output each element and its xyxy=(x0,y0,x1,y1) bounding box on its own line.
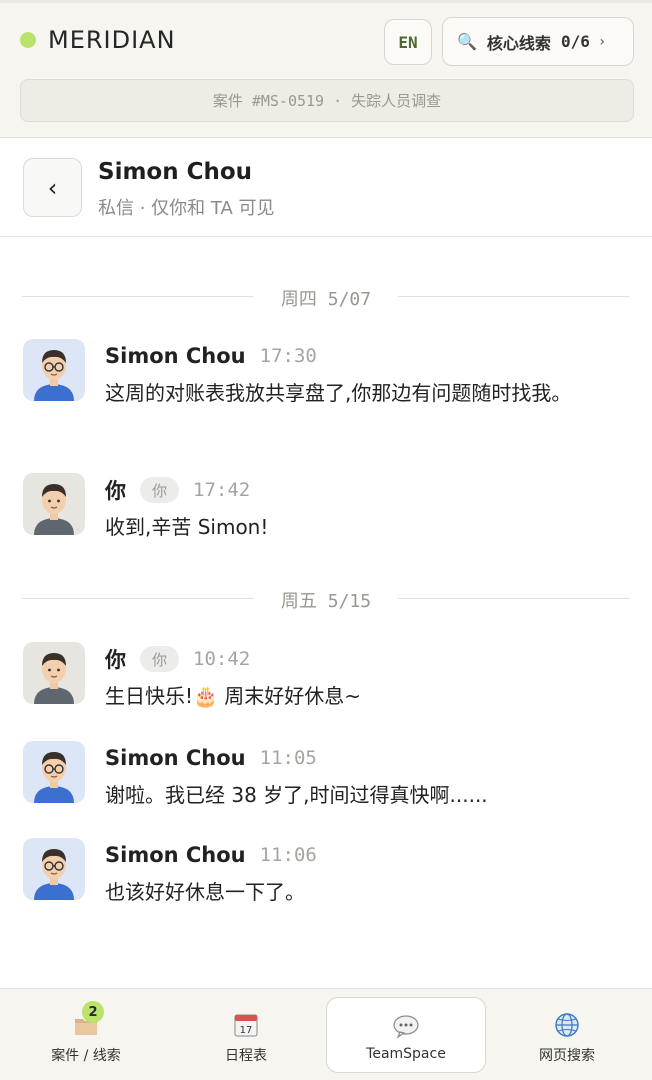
status-dot-icon xyxy=(20,32,36,48)
message-header: 你 你 17:42 xyxy=(105,473,250,507)
simon-avatar[interactable] xyxy=(23,838,85,900)
message-item: Simon Chou 11:05 谢啦。我已经 38 岁了,时间过得真快啊...… xyxy=(23,741,623,811)
nav-item-cases[interactable]: 2 案件 / 线索 xyxy=(6,997,166,1073)
simon-avatar[interactable] xyxy=(23,741,85,803)
app: MERIDIAN EN 🔍 核心线索 0/6 › 案件 #MS-0519 · 失… xyxy=(0,0,652,1080)
calendar-day: 17 xyxy=(240,1025,253,1036)
case-folder-icon: 2 xyxy=(72,1001,104,1039)
date-divider: 周五 5/15 xyxy=(22,587,630,612)
core-clues-button[interactable]: 🔍 核心线索 0/6 › xyxy=(442,17,634,66)
chat-bubble-icon xyxy=(392,1012,420,1040)
message-text: 这周的对账表我放共享盘了,你那边有问题随时找我。 xyxy=(105,381,572,405)
message-header: Simon Chou 17:30 xyxy=(105,339,317,373)
bottom-nav: 2 案件 / 线索 17 日程表 TeamSpace 网页搜索 xyxy=(0,988,652,1080)
date-divider-label: 周四 5/07 xyxy=(280,289,372,310)
message-time: 11:05 xyxy=(259,747,317,769)
nav-label: 案件 / 线索 xyxy=(51,1048,121,1064)
message-time: 17:42 xyxy=(193,479,251,501)
message-time: 17:30 xyxy=(259,345,317,367)
case-count-badge: 2 xyxy=(82,1001,104,1023)
message-item: Simon Chou 11:06 也该好好休息一下了。 xyxy=(23,838,623,908)
chevron-right-icon: › xyxy=(597,33,607,50)
chevron-left-icon: ‹ xyxy=(47,173,58,202)
globe-icon xyxy=(553,1011,581,1039)
nav-label: TeamSpace xyxy=(366,1046,446,1062)
message-item: Simon Chou 17:30 这周的对账表我放共享盘了,你那边有问题随时找我… xyxy=(23,339,623,449)
you-avatar[interactable] xyxy=(23,473,85,535)
search-icon: 🔍 xyxy=(457,32,477,51)
contact-subtitle: 私信 · 仅你和 TA 可见 xyxy=(98,198,275,219)
sender-name: Simon Chou xyxy=(105,843,246,867)
sender-name: Simon Chou xyxy=(105,746,246,770)
sender-name: 你 xyxy=(105,479,126,503)
language-toggle-button[interactable]: EN xyxy=(384,19,432,65)
message-list[interactable]: 周四 5/07 Simon Chou 17:30 这周的对账表我放共享盘了,你那… xyxy=(0,238,652,988)
message-text: 生日快乐!🎂 周末好好休息~ xyxy=(105,684,362,708)
message-time: 11:06 xyxy=(259,844,317,866)
message-text: 也该好好休息一下了。 xyxy=(105,880,305,904)
nav-label: 日程表 xyxy=(225,1048,267,1064)
case-info-bar: 案件 #MS-0519 · 失踪人员调查 xyxy=(20,79,634,122)
message-text: 谢啦。我已经 38 岁了,时间过得真快啊...... xyxy=(105,783,488,807)
message-item: 你 你 17:42 收到,辛苦 Simon! xyxy=(23,473,623,543)
message-header: Simon Chou 11:05 xyxy=(105,741,317,775)
sender-name: 你 xyxy=(105,648,126,672)
nav-item-teamspace[interactable]: TeamSpace xyxy=(326,997,486,1073)
message-text: 收到,辛苦 Simon! xyxy=(105,515,269,539)
message-time: 10:42 xyxy=(193,648,251,670)
message-header: Simon Chou 11:06 xyxy=(105,838,317,872)
contact-name: Simon Chou xyxy=(98,159,253,185)
nav-item-web-search[interactable]: 网页搜索 xyxy=(487,997,647,1073)
self-tag-badge: 你 xyxy=(140,646,180,672)
brand: MERIDIAN xyxy=(20,26,176,54)
nav-label: 网页搜索 xyxy=(539,1048,595,1064)
calendar-icon: 17 xyxy=(232,1011,260,1039)
back-button[interactable]: ‹ xyxy=(23,158,82,217)
chat-header: ‹ Simon Chou 私信 · 仅你和 TA 可见 xyxy=(0,139,652,237)
date-divider: 周四 5/07 xyxy=(22,285,630,310)
top-stripe xyxy=(0,0,652,3)
simon-avatar[interactable] xyxy=(23,339,85,401)
top-bar: MERIDIAN EN 🔍 核心线索 0/6 › 案件 #MS-0519 · 失… xyxy=(0,0,652,138)
sender-name: Simon Chou xyxy=(105,344,246,368)
core-clues-label: 核心线索 xyxy=(486,33,551,53)
core-clues-count: 0/6 xyxy=(560,32,590,51)
date-divider-label: 周五 5/15 xyxy=(280,591,372,612)
you-avatar[interactable] xyxy=(23,642,85,704)
brand-name: MERIDIAN xyxy=(48,26,176,54)
message-item: 你 你 10:42 生日快乐!🎂 周末好好休息~ xyxy=(23,642,623,712)
nav-item-schedule[interactable]: 17 日程表 xyxy=(166,997,326,1073)
message-header: 你 你 10:42 xyxy=(105,642,250,676)
self-tag-badge: 你 xyxy=(140,477,180,503)
